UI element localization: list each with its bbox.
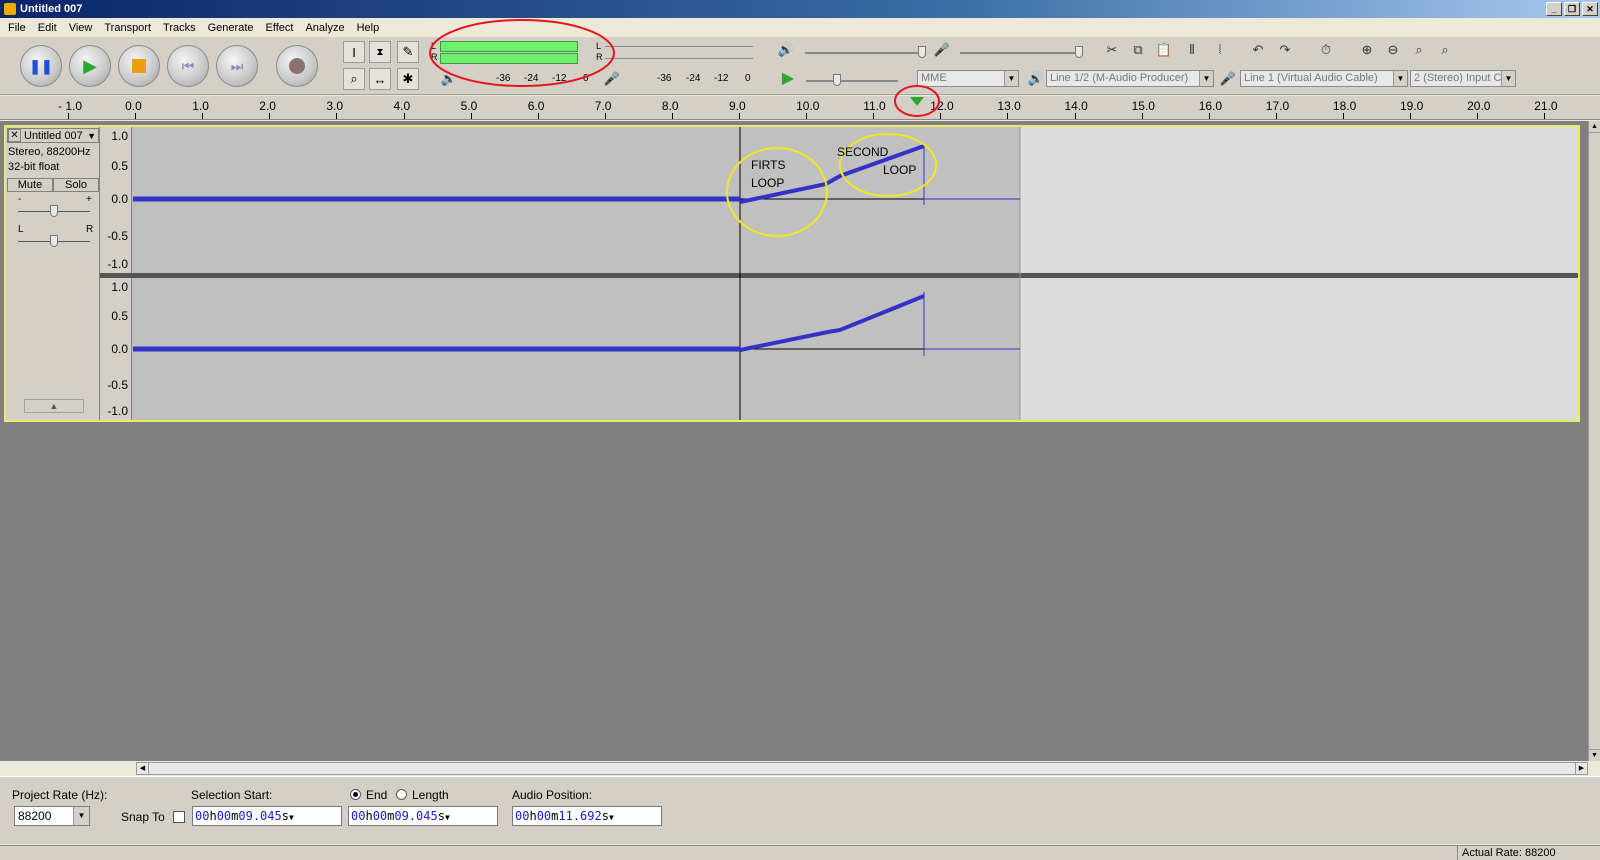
audio-pos-seconds: 11.692 <box>558 809 602 823</box>
selection-end-field[interactable]: 00h00m09.045s▼ <box>348 806 498 826</box>
sel-start-hours: 00 <box>195 809 210 823</box>
sel-end-dropdown-icon[interactable]: ▼ <box>445 813 450 822</box>
audio-pos-dropdown-icon[interactable]: ▼ <box>609 813 614 822</box>
scroll-right-icon[interactable]: ▶ <box>1575 763 1587 774</box>
selection-toolbar: Project Rate (Hz): 88200 ▼ Snap To Selec… <box>0 776 1600 844</box>
selection-start-field[interactable]: 00h00m09.045s▼ <box>192 806 342 826</box>
snap-to-label: Snap To <box>121 810 165 824</box>
sel-end-s-unit: s <box>437 809 445 823</box>
audio-pos-s-unit: s <box>601 809 609 823</box>
status-bar: Actual Rate: 88200 <box>0 845 1600 860</box>
meter-highlight-circle <box>429 19 615 87</box>
audio-pos-h-unit: h <box>529 809 537 823</box>
snap-to-checkbox[interactable] <box>173 811 185 823</box>
sel-start-minutes: 00 <box>216 809 232 823</box>
scroll-up-icon[interactable]: ▲ <box>1589 121 1600 133</box>
horizontal-scrollbar[interactable]: ◀ ▶ <box>136 762 1588 775</box>
annotation-second-1: SECOND <box>837 145 889 159</box>
end-radio[interactable] <box>350 789 361 800</box>
project-rate-select[interactable]: 88200 ▼ <box>14 806 90 826</box>
project-rate-dropdown-icon[interactable]: ▼ <box>73 807 89 825</box>
selection-start-label: Selection Start: <box>191 788 273 802</box>
sel-end-minutes: 00 <box>372 809 388 823</box>
sel-end-hours: 00 <box>351 809 366 823</box>
project-rate-label: Project Rate (Hz): <box>12 788 108 802</box>
scroll-left-icon[interactable]: ◀ <box>137 763 149 774</box>
waveform-right-ramp <box>739 294 925 352</box>
annotation-first-2: LOOP <box>751 176 785 190</box>
playhead-marker-icon <box>910 97 924 106</box>
annotation-first-1: FIRTS <box>751 158 786 172</box>
sel-end-h-unit: h <box>365 809 373 823</box>
audio-pos-minutes: 00 <box>536 809 552 823</box>
sel-start-seconds: 09.045 <box>238 809 282 823</box>
length-radio[interactable] <box>396 789 407 800</box>
sel-end-seconds: 09.045 <box>394 809 438 823</box>
vertical-scrollbar[interactable]: ▲ ▼ <box>1588 121 1600 761</box>
annotation-second-2: LOOP <box>883 163 917 177</box>
sel-start-h-unit: h <box>209 809 217 823</box>
actual-rate-status: Actual Rate: 88200 <box>1457 846 1600 860</box>
end-label: End <box>366 788 388 802</box>
sel-start-s-unit: s <box>281 809 289 823</box>
scroll-down-icon[interactable]: ▼ <box>1589 749 1600 761</box>
project-rate-value: 88200 <box>18 809 52 823</box>
audio-pos-hours: 00 <box>515 809 530 823</box>
sel-start-dropdown-icon[interactable]: ▼ <box>289 813 294 822</box>
waveform-overlay <box>133 19 1021 420</box>
audio-position-field[interactable]: 00h00m11.692s▼ <box>512 806 662 826</box>
audio-position-label: Audio Position: <box>512 788 593 802</box>
length-label: Length <box>412 788 449 802</box>
